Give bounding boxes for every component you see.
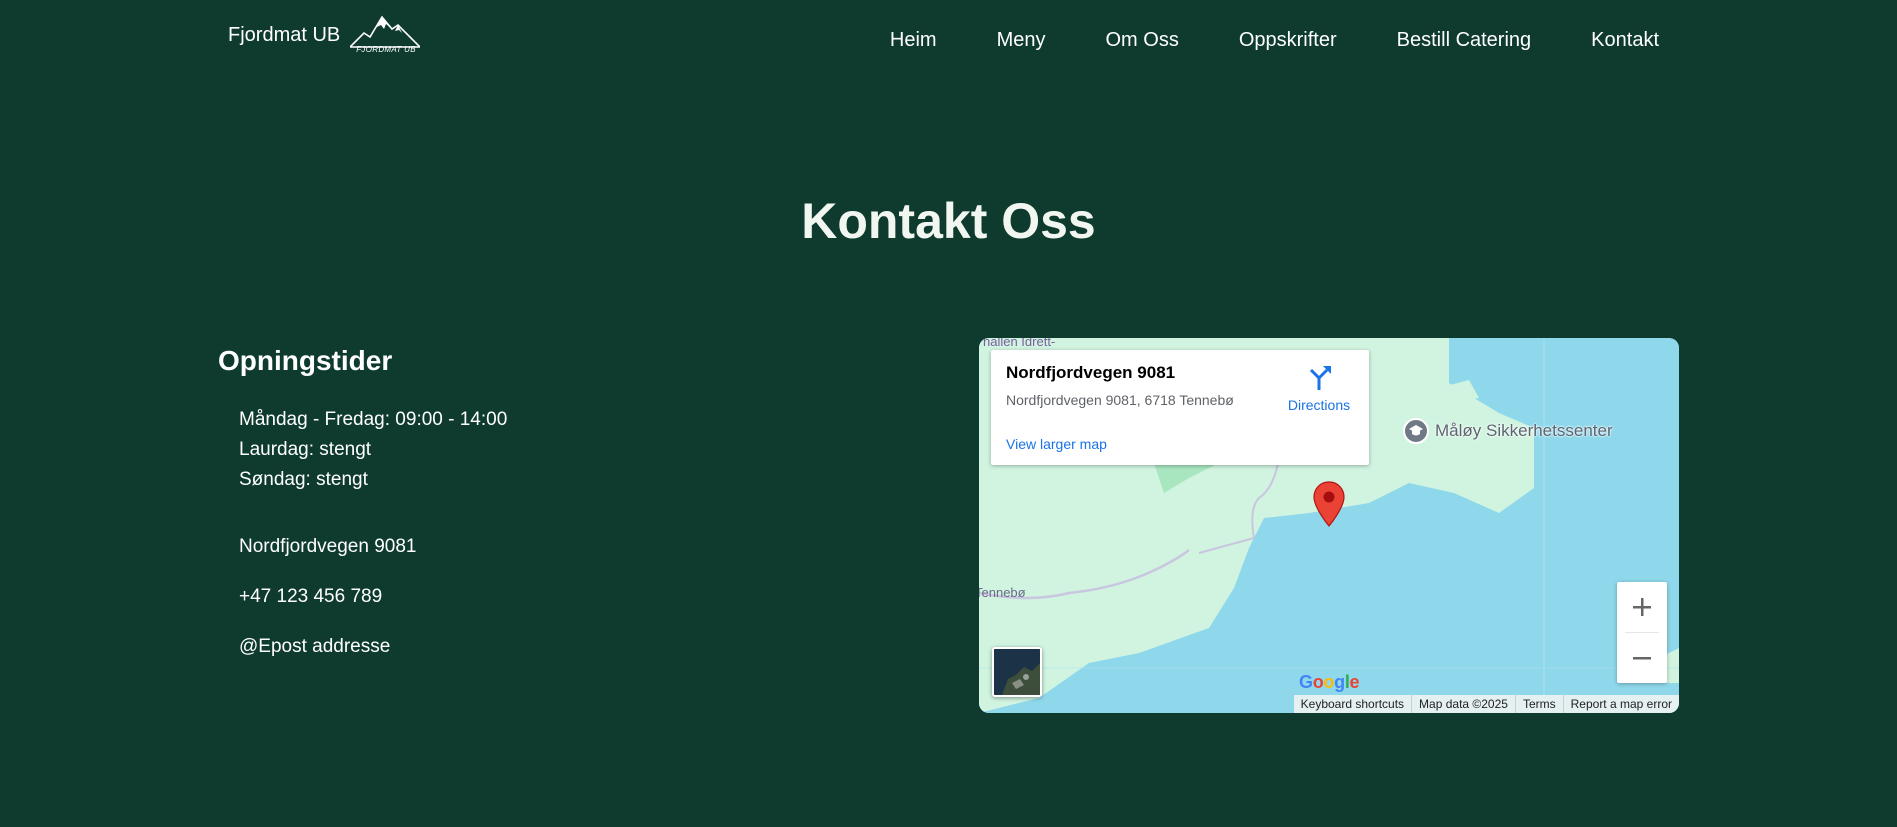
- location-pin-icon[interactable]: [1311, 480, 1347, 533]
- terms-link[interactable]: Terms: [1514, 695, 1563, 713]
- plus-icon: [1633, 598, 1651, 616]
- zoom-controls: [1617, 582, 1667, 683]
- phone-text: +47 123 456 789: [239, 586, 383, 607]
- opening-hours-list: Måndag - Fredag: 09:00 - 14:00 Laurdag: …: [239, 405, 507, 495]
- google-logo: Google: [1299, 672, 1360, 692]
- email-text: @Epost addresse: [239, 636, 391, 657]
- nav-meny[interactable]: Meny: [997, 29, 1046, 52]
- main-nav: Heim Meny Om Oss Oppskrifter Bestill Cat…: [890, 29, 1659, 52]
- directions-button[interactable]: Directions: [1279, 364, 1359, 413]
- map-poi[interactable]: Måløy Sikkerhetssenter: [1403, 418, 1613, 444]
- nav-bestill-catering[interactable]: Bestill Catering: [1397, 29, 1532, 52]
- place-info-card: Nordfjordvegen 9081 Nordfjordvegen 9081,…: [991, 350, 1369, 465]
- hours-sunday: Søndag: stengt: [239, 469, 368, 490]
- brand-name: Fjordmat UB: [228, 23, 341, 46]
- place-address: Nordfjordvegen 9081, 6718 Tennebø: [1006, 392, 1234, 408]
- school-icon: [1403, 418, 1429, 444]
- nav-om-oss[interactable]: Om Oss: [1106, 29, 1179, 52]
- logo-text: FJORDMAT UB: [356, 45, 416, 54]
- nav-oppskrifter[interactable]: Oppskrifter: [1239, 29, 1337, 52]
- map-place-label: hallen Idrett-: [983, 338, 1056, 349]
- map-attribution: Keyboard shortcuts Map data ©2025 Terms …: [1293, 695, 1679, 713]
- report-error-link[interactable]: Report a map error: [1562, 695, 1679, 713]
- brand[interactable]: Fjordmat UB FJORDMAT UB: [228, 13, 421, 57]
- keyboard-shortcuts-link[interactable]: Keyboard shortcuts: [1294, 695, 1411, 713]
- page-title: Kontakt Oss: [801, 193, 1096, 249]
- nav-heim[interactable]: Heim: [890, 29, 937, 52]
- map-road-label: Tennebø: [979, 585, 1026, 600]
- address-text: Nordfjordvegen 9081: [239, 536, 417, 557]
- contact-page: Fjordmat UB FJORDMAT UB Heim Meny Om Oss…: [0, 0, 1897, 827]
- zoom-out-button[interactable]: [1617, 633, 1667, 683]
- satellite-layer-toggle[interactable]: [992, 647, 1042, 697]
- minus-icon: [1633, 657, 1651, 660]
- poi-label: Måløy Sikkerhetssenter: [1435, 421, 1613, 440]
- directions-icon: [1309, 366, 1331, 390]
- hours-weekdays: Måndag - Fredag: 09:00 - 14:00: [239, 409, 508, 430]
- map-data-label: Map data ©2025: [1411, 695, 1515, 713]
- place-title: Nordfjordvegen 9081: [1006, 363, 1176, 382]
- nav-kontakt[interactable]: Kontakt: [1591, 29, 1659, 52]
- embedded-map[interactable]: hallen Idrett- Tennebø Måløy Sikkerhetss…: [979, 338, 1679, 713]
- opening-hours-heading: Opningstider: [218, 345, 393, 376]
- site-header: Fjordmat UB FJORDMAT UB Heim Meny Om Oss…: [0, 0, 1897, 82]
- view-larger-map-link[interactable]: View larger map: [1006, 436, 1107, 452]
- mountain-logo-icon: FJORDMAT UB: [350, 13, 421, 57]
- hours-saturday: Laurdag: stengt: [239, 439, 372, 460]
- satellite-thumbnail-icon: [994, 649, 1040, 695]
- zoom-in-button[interactable]: [1617, 582, 1667, 632]
- directions-label: Directions: [1287, 397, 1351, 413]
